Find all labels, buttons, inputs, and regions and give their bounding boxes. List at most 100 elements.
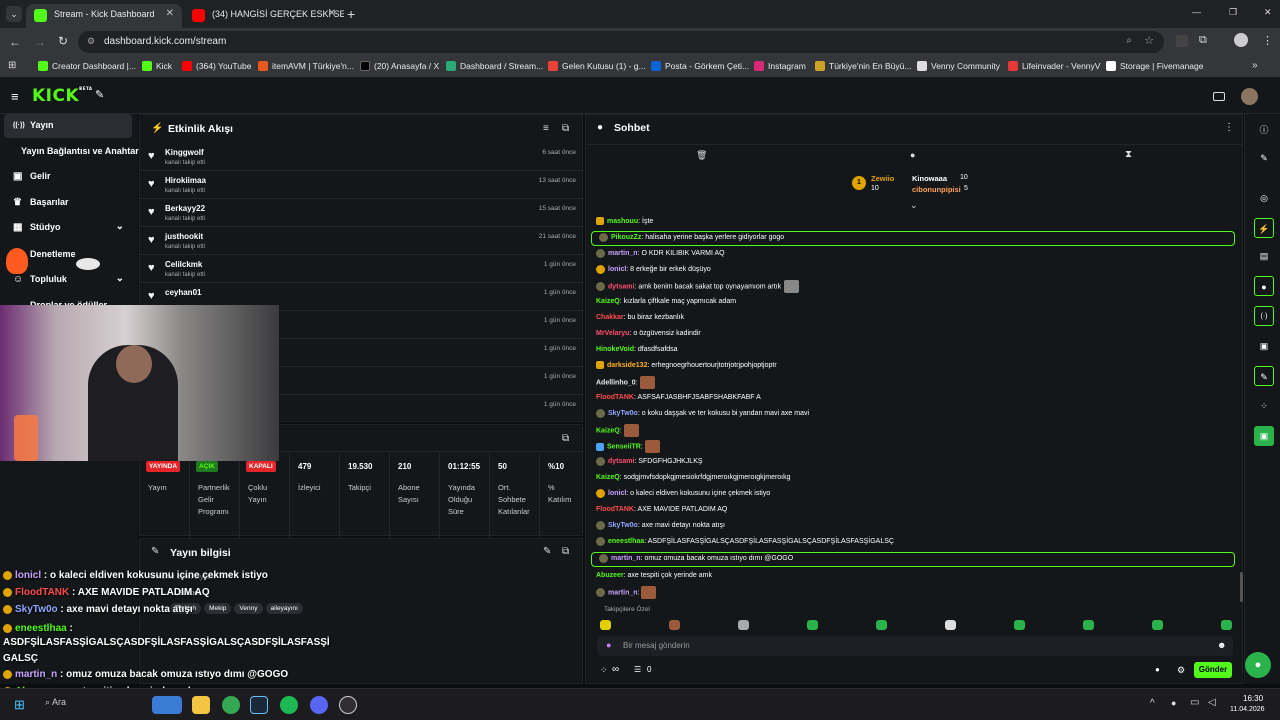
kick-logo[interactable]: KICKBETA [32, 86, 92, 106]
emoji-icon[interactable]: ☻ [1217, 640, 1226, 650]
bookmark-item[interactable]: Lifeinvader - VennyV [1008, 61, 1100, 71]
camera-icon[interactable]: ◎ [1254, 188, 1274, 208]
clock-date[interactable]: 11.04.2026 [1230, 706, 1265, 713]
discord-icon[interactable] [310, 696, 328, 714]
bookmark-item[interactable]: Türkiye'nin En Büyü... [815, 61, 911, 71]
emote-shortcut-icon[interactable] [1083, 620, 1094, 630]
clock-time[interactable]: 16:30 [1243, 694, 1263, 703]
popout-icon[interactable]: ⧉ [562, 123, 569, 134]
chat-fab-button[interactable]: ● [1245, 652, 1271, 678]
filter-icon[interactable]: ≡ [543, 123, 549, 134]
chevron-down-icon[interactable]: ⌄ [116, 273, 124, 284]
sidebar-item-yayin[interactable]: ((·)) Yayın [4, 114, 132, 138]
close-window-button[interactable]: ✕ [1264, 7, 1272, 18]
bookmark-item[interactable]: (20) Anasayfa / X [360, 61, 439, 71]
chat-username[interactable]: KaizeQ [596, 298, 620, 305]
chat-username[interactable]: SkyTw0o [608, 410, 638, 417]
bookmark-item[interactable]: Dashboard / Stream... [446, 61, 543, 71]
document-icon[interactable]: ▤ [1254, 246, 1274, 266]
stream-manager-icon[interactable] [1213, 92, 1225, 101]
chat-username[interactable]: Adellinho_0 [596, 379, 636, 386]
tab-youtube[interactable]: (34) HANGİSİ GERÇEK ESKİ SEV ✕ [184, 4, 344, 28]
chat-username[interactable]: Abuzeer [596, 572, 624, 579]
profile-avatar-icon[interactable] [1234, 33, 1248, 47]
lightning-icon[interactable]: ⚡ [1254, 218, 1274, 238]
sidebar-item-gelir[interactable]: ▣ Gelir [4, 165, 132, 189]
back-arrow-icon[interactable]: ← [9, 35, 21, 49]
bookmark-item[interactable]: Storage | Fivemanage [1106, 61, 1203, 71]
tray-chevron-icon[interactable]: ^ [1150, 698, 1155, 709]
extensions-puzzle-icon[interactable]: ⧉ [1199, 34, 1207, 47]
bookmark-star-icon[interactable]: ☆ [1144, 34, 1154, 47]
chevron-down-icon[interactable]: ⌄ [116, 221, 124, 232]
chat-username[interactable]: SenseiiTR [607, 443, 641, 450]
maximize-button[interactable]: ❐ [1229, 7, 1237, 18]
tab-close-icon[interactable]: ✕ [166, 8, 174, 19]
new-tab-button[interactable]: + [347, 6, 355, 22]
chat-username[interactable]: lonicl [608, 266, 626, 273]
monitor-icon[interactable]: ▣ [1254, 336, 1274, 356]
chat-username[interactable]: PikouzZz [611, 234, 641, 241]
edit-pencil-icon[interactable]: ✎ [543, 546, 551, 557]
chat-username[interactable]: lonicl [608, 490, 626, 497]
tab-kick-dashboard[interactable]: Stream - Kick Dashboard ✕ [26, 4, 182, 28]
bookmarks-overflow-icon[interactable]: » [1252, 60, 1258, 71]
chat-mode-icon[interactable]: ● [910, 150, 915, 160]
emote-shortcut-icon[interactable] [1152, 620, 1163, 630]
chat-input[interactable]: ● Bir mesaj gönderin ☻ [597, 636, 1233, 656]
bookmark-item[interactable]: itemAVM | Türkiye'n... [258, 61, 354, 71]
chat-username[interactable]: eneestlhaa [608, 538, 644, 545]
taskbar-app-icon[interactable] [152, 696, 182, 714]
wrench-icon[interactable]: ✎ [1254, 366, 1274, 386]
site-info-icon[interactable]: ⚙ [87, 36, 95, 47]
chat-username[interactable]: FloodTANK [596, 506, 634, 513]
browser-menu-icon[interactable]: ⋮ [1262, 34, 1273, 47]
chat-icon[interactable]: ● [1254, 276, 1274, 296]
address-bar[interactable]: ⚙ dashboard.kick.com/stream ⌕ ☆ [78, 31, 1164, 53]
emote-shortcut-icon[interactable] [669, 620, 680, 630]
sidebar-item-basarilar[interactable]: ♛ Başarılar [4, 191, 132, 215]
chat-username[interactable]: mashouu [607, 218, 638, 225]
sidebar-item-studyo[interactable]: ▦ Stüdyo ⌄ [4, 216, 132, 240]
extension-icon[interactable] [1176, 35, 1188, 47]
popout-icon[interactable]: ⧉ [562, 433, 569, 444]
chat-username[interactable]: MrVelaryu [596, 330, 629, 337]
chat-username[interactable]: SkyTw0o [608, 522, 638, 529]
send-button[interactable]: Gönder [1194, 662, 1232, 678]
bookmark-item[interactable]: Posta - Görkem Çeti... [651, 61, 749, 71]
emote-shortcut-icon[interactable] [600, 620, 611, 630]
sidebar-item-stream-key[interactable]: Yayın Bağlantısı ve Anahtarı [4, 140, 141, 164]
zoom-icon[interactable]: ⌕ [1126, 35, 1132, 46]
broadcast-icon[interactable]: (·) [1254, 306, 1274, 326]
microphone-icon[interactable]: ● [606, 640, 611, 650]
sidebar-item-topluluk[interactable]: ☺ Topluluk ⌄ [4, 268, 132, 292]
bookmark-item[interactable]: Instagram [754, 61, 806, 71]
hourglass-icon[interactable]: ⧗ [1125, 149, 1132, 160]
emote-shortcut-icon[interactable] [738, 620, 749, 630]
chat-username[interactable]: FloodTANK [596, 394, 634, 401]
expand-gifters-icon[interactable]: ⌄ [910, 200, 918, 211]
network-icon[interactable]: ▭ [1190, 697, 1199, 708]
minimize-button[interactable]: — [1192, 7, 1201, 17]
nodes-icon[interactable]: ⁘ [1254, 396, 1274, 416]
chat-username[interactable]: dytsami [608, 458, 634, 465]
file-explorer-icon[interactable] [192, 696, 210, 714]
bookmark-item[interactable]: Gelen Kutusu (1) - g... [548, 61, 646, 71]
chat-bubble-footer-icon[interactable]: ● [1155, 665, 1160, 674]
chat-username[interactable]: HinokeVoid [596, 346, 634, 353]
info-icon[interactable]: ⓘ [1254, 120, 1274, 140]
trash-icon[interactable]: 🗑 [696, 150, 707, 161]
forward-arrow-icon[interactable]: → [34, 35, 46, 49]
emote-shortcut-icon[interactable] [1014, 620, 1025, 630]
bookmark-item[interactable]: Creator Dashboard |... [38, 61, 136, 71]
chat-options-icon[interactable]: ⋮ [1224, 122, 1234, 133]
steam-icon[interactable] [250, 696, 268, 714]
bookmark-item[interactable]: (364) YouTube [182, 61, 251, 71]
chat-username[interactable]: KaizeQ [596, 474, 620, 481]
bookmark-item[interactable]: Venny Community [917, 61, 1000, 71]
taskbar-search[interactable]: ⌕ Ara [45, 697, 66, 708]
chat-username[interactable]: darkside132 [607, 362, 647, 369]
windows-start-icon[interactable]: ⊞ [14, 697, 25, 713]
edit-icon[interactable]: ✎ [1254, 148, 1274, 168]
emote-shortcut-icon[interactable] [1221, 620, 1232, 630]
